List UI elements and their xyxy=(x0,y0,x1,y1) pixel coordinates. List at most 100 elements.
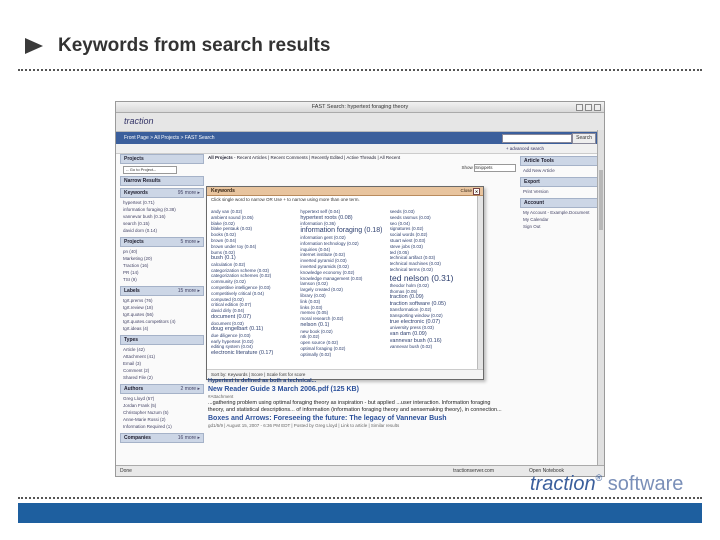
slide-footer-bar xyxy=(18,503,702,523)
close-icon[interactable] xyxy=(594,104,601,111)
result-title-link[interactable]: Boxes and Arrows: Foreseeing the future:… xyxy=(208,414,508,423)
panel-more-link[interactable]: 2 more ▸ xyxy=(181,386,200,392)
panel-item[interactable]: pn (40) xyxy=(123,248,201,255)
panel-item[interactable]: hypertext (0.71) xyxy=(123,199,201,206)
status-done: Done xyxy=(120,468,132,474)
breadcrumb[interactable]: Front Page > All Projects > FAST Search xyxy=(124,135,215,141)
panel-more-link[interactable]: 95 more ▸ xyxy=(178,190,200,196)
panel-item[interactable]: Greg Lloyd (57) xyxy=(123,395,201,402)
panel-more-link[interactable]: 5 more ▸ xyxy=(181,239,200,245)
keyword-term[interactable]: information foraging (0.18) xyxy=(300,227,389,235)
right-panel-item[interactable]: My Calendar xyxy=(523,216,597,223)
panel-body: pn (40) Marketing (20) Traction (16) PR (14… xyxy=(120,247,204,284)
panel-title: Projects xyxy=(124,239,144,245)
panel-more-link[interactable]: 16 more ▸ xyxy=(178,435,200,441)
advanced-search-link[interactable]: + advanced search xyxy=(506,144,544,153)
show-select[interactable]: Snippets xyxy=(474,164,516,172)
keyword-term[interactable]: ted nelson (0.31) xyxy=(390,273,479,283)
show-control: Show Snippets xyxy=(461,164,516,172)
panel-item[interactable]: tgrt.quotes (56) xyxy=(123,311,201,318)
panel-header: Projects 5 more ▸ xyxy=(120,237,204,247)
panel-title: Authors xyxy=(124,386,144,392)
keyword-column: hypertext self (0.04) hypertext roots (0.… xyxy=(300,209,389,369)
traction-software-logo: traction® software xyxy=(530,473,683,496)
narrow-results-header: Narrow Results xyxy=(120,176,204,186)
keyword-columns: andy van (0.02) ambient sound (0.05) blake… xyxy=(211,209,479,369)
search-input[interactable] xyxy=(502,134,572,143)
panel-body: tgrt.prems (76) tgrt.review (18) tgrt.quot… xyxy=(120,296,204,333)
panel-header: Keywords 95 more ▸ xyxy=(120,188,204,198)
panel-item[interactable]: Information Required (1) xyxy=(123,423,201,430)
brand-bar: traction xyxy=(116,113,604,132)
keyword-term[interactable]: optimally (0.02) xyxy=(300,352,389,358)
scrollbar-thumb[interactable] xyxy=(599,170,603,230)
panel-item[interactable]: information foraging (0.38) xyxy=(123,206,201,213)
panel-item[interactable]: tgrt.prems (76) xyxy=(123,297,201,304)
minimize-icon[interactable] xyxy=(576,104,583,111)
panel-title: Companies xyxy=(124,435,151,441)
panel-item[interactable]: david dorn (0.14) xyxy=(123,227,201,234)
result-title-link[interactable]: New Reader Guide 3 March 2006.pdf (125 K… xyxy=(208,385,508,394)
panel-item[interactable]: tgrt.ideas (4) xyxy=(123,325,201,332)
panel-body: hypertext (0.71) information foraging (0.… xyxy=(120,198,204,235)
keyword-term[interactable]: electronic literature (0.17) xyxy=(211,350,300,357)
goto-project-select[interactable]: -- Go to Project-- xyxy=(123,166,177,174)
top-divider xyxy=(18,69,702,71)
panel-title: Types xyxy=(124,337,139,343)
search-results: Hypertext is defined as both a technical… xyxy=(208,378,508,429)
hypertext-line: Hypertext is defined as both a technical… xyxy=(208,378,508,385)
panel-item[interactable]: Christopher Nuzum (5) xyxy=(123,409,201,416)
maximize-icon[interactable] xyxy=(585,104,592,111)
panel-item[interactable]: Traction (16) xyxy=(123,262,201,269)
panel-item[interactable]: Anne-Marie Rossi (2) xyxy=(123,416,201,423)
panel-item[interactable]: Jordan Frank (5) xyxy=(123,402,201,409)
panel-body xyxy=(120,443,204,445)
sub-bar: + advanced search xyxy=(116,144,604,154)
right-panel-item[interactable]: Sign Out xyxy=(523,223,597,230)
page-scrollbar[interactable] xyxy=(597,130,604,466)
project-nav-rest[interactable]: - Recent Articles | Recent Comments | Re… xyxy=(233,155,400,160)
panel-item[interactable]: Attachment (41) xyxy=(123,353,201,360)
bottom-divider xyxy=(18,497,702,499)
panel-item[interactable]: vannevar bush (0.16) xyxy=(123,213,201,220)
keywords-popup: Keywords Close ✕ Click single word to na… xyxy=(206,186,484,380)
right-panel-header: Account xyxy=(520,198,600,208)
panel-more-link[interactable]: 15 more ▸ xyxy=(178,288,200,294)
results-list: New Reader Guide 3 March 2006.pdf (125 K… xyxy=(208,385,508,429)
panel-item[interactable]: Article (42) xyxy=(123,346,201,353)
panel-item[interactable]: Shared File (2) xyxy=(123,374,201,381)
close-label[interactable]: Close xyxy=(460,187,472,195)
panel-item[interactable]: Comment (2) xyxy=(123,367,201,374)
right-panel-header: Article Tools xyxy=(520,156,600,166)
close-icon[interactable]: ✕ xyxy=(473,188,480,195)
keyword-column: andy van (0.02) ambient sound (0.05) blake… xyxy=(211,209,300,369)
panel-header: Types xyxy=(120,335,204,345)
search-button[interactable]: Search xyxy=(572,133,596,144)
panel-item[interactable]: PR (14) xyxy=(123,269,201,276)
keyword-term[interactable]: vannevar bush (0.02) xyxy=(390,344,479,350)
panel-header: Companies 16 more ▸ xyxy=(120,433,204,443)
panel-item[interactable]: Marketing (20) xyxy=(123,255,201,262)
show-label: Show xyxy=(461,165,473,171)
right-panel-item[interactable]: My Account - Example.Document xyxy=(523,209,597,216)
panel-item[interactable]: tgrt.review (18) xyxy=(123,304,201,311)
all-projects-link[interactable]: All Projects xyxy=(208,155,233,160)
right-panel-item[interactable]: Print Version xyxy=(523,188,597,195)
panel-item[interactable]: TSI (9) xyxy=(123,276,201,283)
panel-title: Labels xyxy=(124,288,140,294)
hypertext-line-text: Hypertext is defined as both a technical… xyxy=(208,378,317,384)
right-panel-body: Add New Article xyxy=(520,166,600,175)
slide-title: Keywords from search results xyxy=(58,35,331,56)
keywords-popup-header: Keywords Close ✕ xyxy=(207,187,483,196)
panel-item[interactable]: search (0.15) xyxy=(123,220,201,227)
left-sidebar: Projects -- Go to Project-- Narrow Resul… xyxy=(120,154,204,462)
right-panel-item[interactable]: Add New Article xyxy=(523,167,597,174)
popup-scrollbar[interactable] xyxy=(477,196,483,369)
slide-arrow-icon xyxy=(25,38,43,54)
window-titlebar: FAST Search: hypertext foraging theory xyxy=(116,102,604,113)
project-nav-links[interactable]: All Projects - Recent Articles | Recent … xyxy=(208,154,516,161)
panel-item[interactable]: tgrt.quotes.competitors (4) xyxy=(123,318,201,325)
panel-item[interactable]: Email (3) xyxy=(123,360,201,367)
right-sidebar: Article Tools Add New Article Export Print … xyxy=(520,154,600,462)
status-host: tractionserver.com xyxy=(453,468,494,474)
